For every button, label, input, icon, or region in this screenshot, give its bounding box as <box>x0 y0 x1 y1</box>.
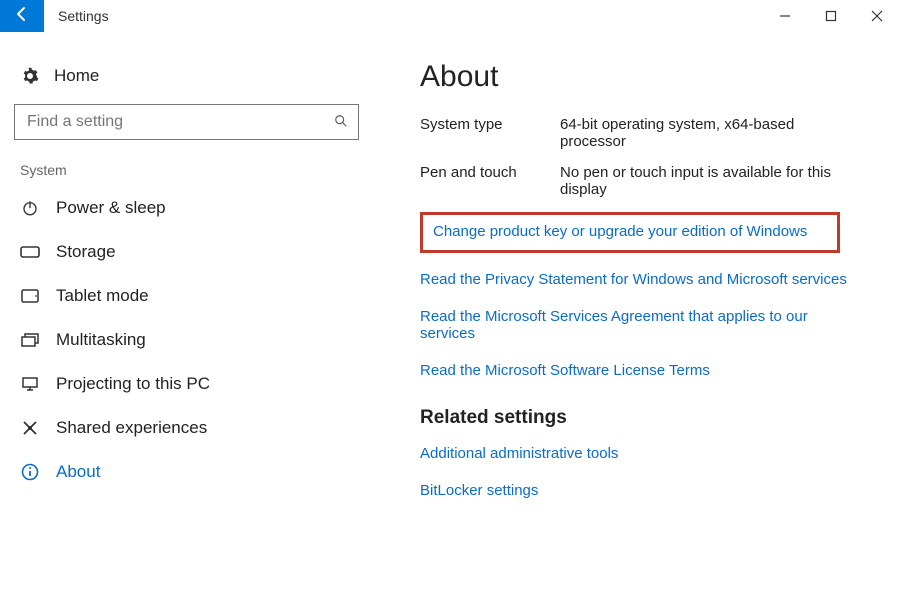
sidebar-item-label: Projecting to this PC <box>56 374 210 394</box>
related-settings-title: Related settings <box>420 407 880 429</box>
multitasking-icon <box>20 333 40 347</box>
power-icon <box>20 199 40 217</box>
home-button[interactable]: Home <box>14 60 360 104</box>
link-change-product-key[interactable]: Change product key or upgrade your editi… <box>433 223 827 240</box>
sidebar: Home System Power & sleep Storage <box>0 60 370 519</box>
projecting-icon <box>20 376 40 392</box>
highlighted-link-box: Change product key or upgrade your editi… <box>420 212 840 253</box>
search-icon <box>334 114 348 131</box>
sidebar-item-label: Multitasking <box>56 330 146 350</box>
main-content: About System type 64-bit operating syste… <box>370 60 900 519</box>
page-title: About <box>420 60 880 94</box>
back-button[interactable] <box>0 0 44 32</box>
info-key: Pen and touch <box>420 164 560 198</box>
search-input-container[interactable] <box>14 104 359 140</box>
window-title: Settings <box>58 8 109 24</box>
sidebar-item-label: Tablet mode <box>56 286 149 306</box>
link-privacy-statement[interactable]: Read the Privacy Statement for Windows a… <box>420 271 850 288</box>
sidebar-item-label: Storage <box>56 242 116 262</box>
link-bitlocker[interactable]: BitLocker settings <box>420 482 850 499</box>
sidebar-item-power-sleep[interactable]: Power & sleep <box>14 186 360 230</box>
info-row-system-type: System type 64-bit operating system, x64… <box>420 116 880 150</box>
sidebar-item-about[interactable]: About <box>14 450 360 494</box>
sidebar-item-projecting[interactable]: Projecting to this PC <box>14 362 360 406</box>
sidebar-item-storage[interactable]: Storage <box>14 230 360 274</box>
sidebar-item-label: Shared experiences <box>56 418 207 438</box>
info-val: No pen or touch input is available for t… <box>560 164 850 198</box>
search-input[interactable] <box>25 112 334 132</box>
link-services-agreement[interactable]: Read the Microsoft Services Agreement th… <box>420 308 850 342</box>
sidebar-item-label: About <box>56 462 100 482</box>
shared-icon <box>20 419 40 437</box>
sidebar-item-shared-experiences[interactable]: Shared experiences <box>14 406 360 450</box>
sidebar-item-multitasking[interactable]: Multitasking <box>14 318 360 362</box>
minimize-button[interactable] <box>762 0 808 32</box>
link-license-terms[interactable]: Read the Microsoft Software License Term… <box>420 362 850 379</box>
close-button[interactable] <box>854 0 900 32</box>
maximize-button[interactable] <box>808 0 854 32</box>
gear-icon <box>20 67 40 85</box>
info-key: System type <box>420 116 560 150</box>
sidebar-item-tablet-mode[interactable]: Tablet mode <box>14 274 360 318</box>
sidebar-item-label: Power & sleep <box>56 198 166 218</box>
info-row-pen-touch: Pen and touch No pen or touch input is a… <box>420 164 880 198</box>
home-label: Home <box>54 66 99 86</box>
info-icon <box>20 463 40 481</box>
link-admin-tools[interactable]: Additional administrative tools <box>420 445 850 462</box>
category-label: System <box>14 162 360 186</box>
tablet-icon <box>20 289 40 303</box>
info-val: 64-bit operating system, x64-based proce… <box>560 116 850 150</box>
storage-icon <box>20 246 40 258</box>
arrow-left-icon <box>14 6 30 27</box>
